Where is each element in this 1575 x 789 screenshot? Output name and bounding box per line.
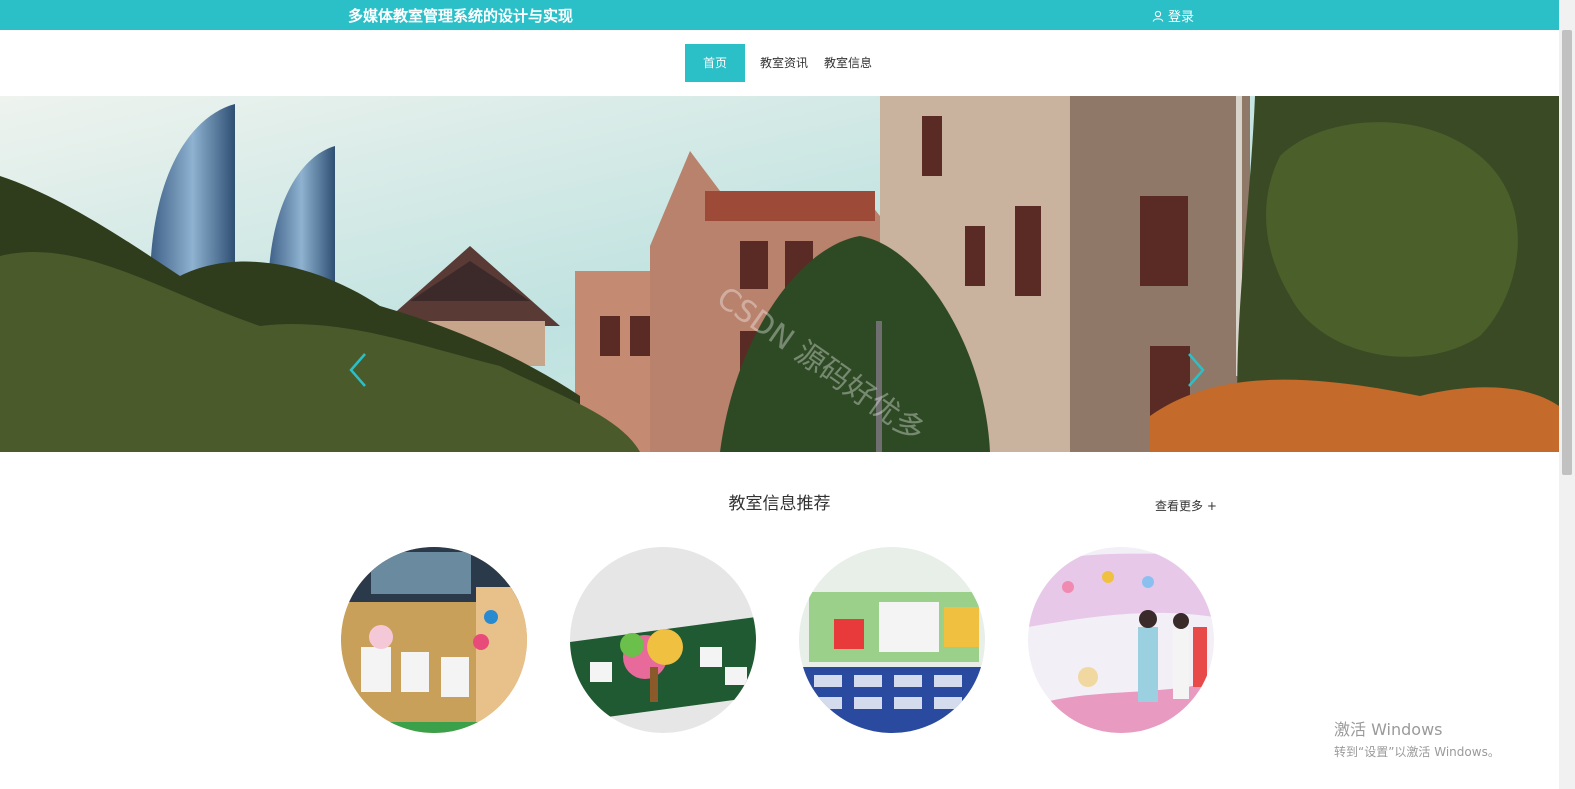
classroom-card[interactable] <box>341 547 527 733</box>
activation-subtitle: 转到“设置”以激活 Windows。 <box>1334 745 1500 759</box>
classroom-image <box>341 547 527 733</box>
nav-item-classroom-info[interactable]: 教室信息 <box>816 44 880 82</box>
banner-carousel[interactable] <box>0 96 1559 452</box>
login-label: 登录 <box>1168 10 1195 25</box>
classroom-card[interactable] <box>1028 547 1214 733</box>
activation-title: 激活 Windows <box>1334 720 1443 739</box>
section-title: 教室信息推荐 <box>728 494 831 514</box>
main-nav: 首页 教室资讯 教室信息 <box>685 44 880 82</box>
chevron-left-icon[interactable] <box>348 352 368 388</box>
nav-item-classroom-news[interactable]: 教室资讯 <box>752 44 816 82</box>
login-link[interactable]: 登录 <box>1152 6 1194 25</box>
view-more-link[interactable]: 查看更多 + <box>1155 497 1217 514</box>
nav-item-home[interactable]: 首页 <box>685 44 745 82</box>
banner-image <box>0 96 1559 452</box>
windows-activation-notice: 激活 Windows 转到“设置”以激活 Windows。 <box>1334 716 1500 760</box>
user-icon <box>1152 10 1164 22</box>
classroom-card[interactable] <box>570 547 756 733</box>
classroom-image <box>570 547 756 733</box>
classroom-image <box>1028 547 1214 733</box>
scrollbar-thumb[interactable] <box>1562 30 1572 475</box>
chevron-right-icon[interactable] <box>1186 352 1206 388</box>
classroom-image <box>799 547 985 733</box>
top-bar: 多媒体教室管理系统的设计与实现 登录 <box>0 0 1575 30</box>
scrollbar[interactable] <box>1559 0 1575 789</box>
classroom-card[interactable] <box>799 547 985 733</box>
site-title: 多媒体教室管理系统的设计与实现 <box>348 7 574 25</box>
